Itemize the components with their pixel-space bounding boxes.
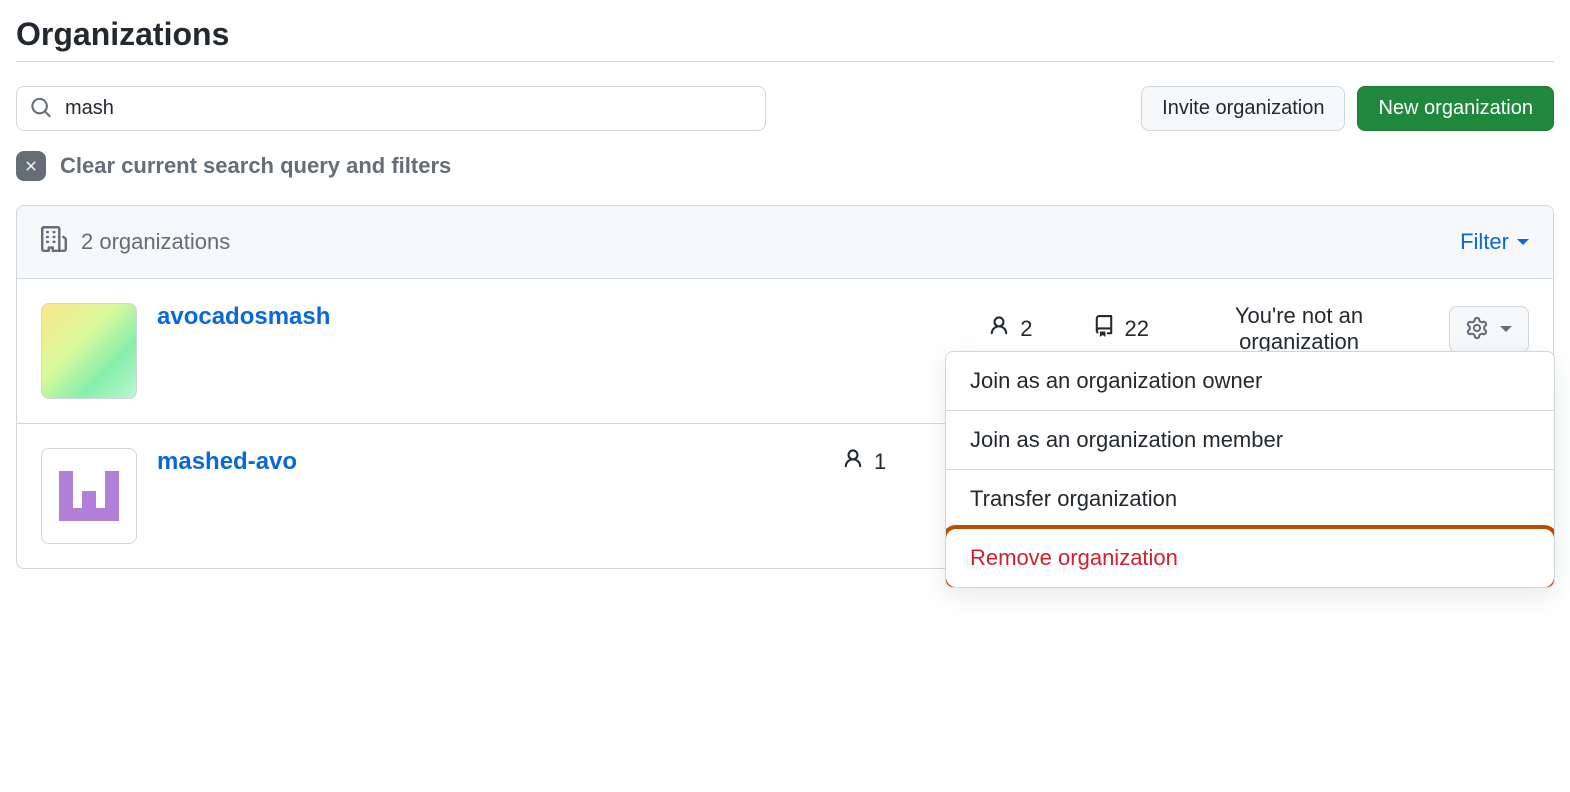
search-wrap <box>16 86 766 131</box>
new-organization-button[interactable]: New organization <box>1357 86 1554 131</box>
organization-icon <box>41 226 67 258</box>
org-link[interactable]: avocadosmash <box>157 303 330 330</box>
page-title: Organizations <box>16 16 1554 62</box>
organizations-list: 2 organizations Filter avocadosmash 2 22 <box>16 205 1554 569</box>
clear-search-label: Clear current search query and filters <box>60 153 451 179</box>
role-text: You're not an organization <box>1209 303 1389 355</box>
settings-menu-button[interactable] <box>1449 306 1529 353</box>
avatar <box>41 448 137 544</box>
person-icon <box>842 448 864 476</box>
org-stats: 1 <box>842 448 886 476</box>
chevron-down-icon <box>1517 239 1529 245</box>
list-header: 2 organizations Filter <box>17 206 1553 279</box>
menu-transfer[interactable]: Transfer organization <box>946 470 1554 529</box>
gear-icon <box>1466 317 1488 342</box>
filter-dropdown[interactable]: Filter <box>1460 229 1529 255</box>
org-actions-dropdown: Join as an organization owner Join as an… <box>945 351 1555 588</box>
members-stat: 1 <box>842 448 886 476</box>
top-actions: Invite organization New organization <box>1141 86 1554 131</box>
org-count-label: 2 organizations <box>81 229 230 255</box>
close-icon[interactable] <box>16 151 46 181</box>
avatar <box>41 303 137 399</box>
filter-label: Filter <box>1460 229 1509 255</box>
org-row: avocadosmash 2 22 You're not an organiza… <box>17 279 1553 424</box>
search-icon <box>30 96 52 121</box>
toolbar: Invite organization New organization <box>16 86 1554 131</box>
search-input[interactable] <box>16 86 766 131</box>
menu-join-owner[interactable]: Join as an organization owner <box>946 352 1554 411</box>
menu-remove[interactable]: Remove organization <box>946 529 1554 587</box>
members-stat: 2 <box>988 315 1032 343</box>
org-stats: 2 22 You're not an organization <box>988 303 1529 355</box>
org-name-col: mashed-avo <box>157 448 577 476</box>
members-count: 2 <box>1020 316 1032 342</box>
repos-count: 22 <box>1125 316 1149 342</box>
menu-join-member[interactable]: Join as an organization member <box>946 411 1554 470</box>
org-link[interactable]: mashed-avo <box>157 448 297 475</box>
chevron-down-icon <box>1500 326 1512 332</box>
highlight-annotation: Remove organization <box>945 525 1555 588</box>
members-count: 1 <box>874 449 886 475</box>
org-count: 2 organizations <box>41 226 230 258</box>
clear-search-row[interactable]: Clear current search query and filters <box>16 151 1554 181</box>
person-icon <box>988 315 1010 343</box>
invite-organization-button[interactable]: Invite organization <box>1141 86 1345 131</box>
org-name-col: avocadosmash <box>157 303 577 331</box>
repo-icon <box>1093 315 1115 343</box>
repos-stat: 22 <box>1093 315 1149 343</box>
